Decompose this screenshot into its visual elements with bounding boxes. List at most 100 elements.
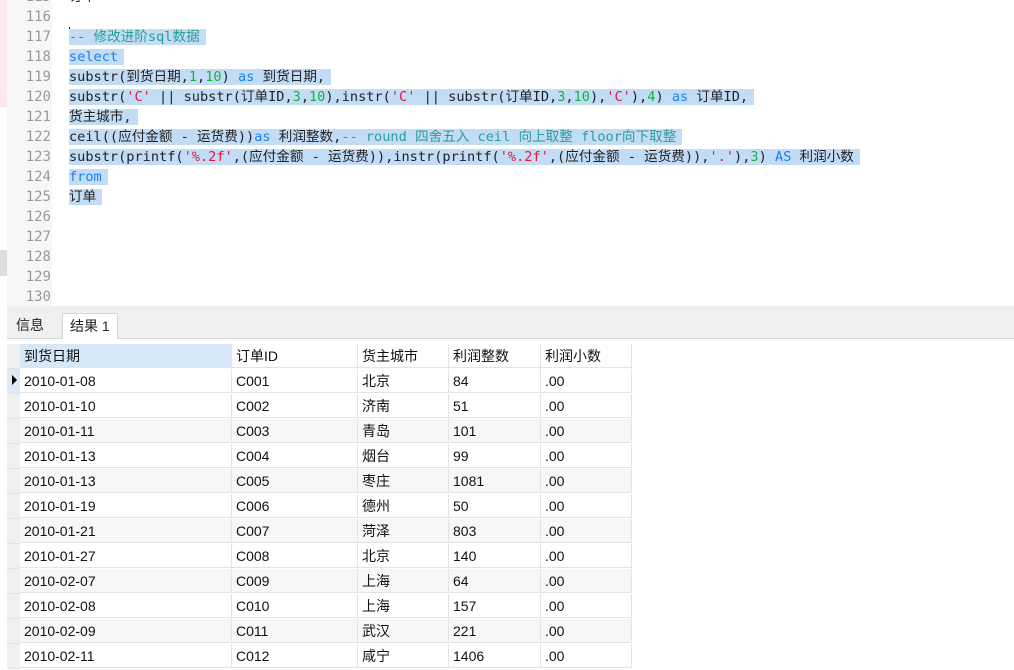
table-cell[interactable]: .00 <box>541 619 632 643</box>
table-cell[interactable]: .00 <box>541 469 632 493</box>
table-row[interactable]: 2010-02-07 C009 上海 64.00 <box>20 569 632 594</box>
table-cell[interactable]: 140 <box>449 544 541 568</box>
row-selector[interactable] <box>7 519 20 544</box>
table-cell[interactable]: 803 <box>449 519 541 543</box>
table-cell[interactable]: 99 <box>449 444 541 468</box>
table-cell[interactable]: 101 <box>449 419 541 443</box>
row-selector[interactable] <box>7 544 20 569</box>
column-header[interactable]: 利润整数 <box>449 344 541 368</box>
table-cell[interactable]: 2010-01-19 <box>20 494 232 518</box>
column-header[interactable]: 利润小数 <box>541 344 632 368</box>
table-cell[interactable]: .00 <box>541 644 632 668</box>
table-cell[interactable]: 1081 <box>449 469 541 493</box>
table-cell[interactable]: C005 <box>232 469 358 493</box>
table-cell[interactable]: C009 <box>232 569 358 593</box>
table-cell[interactable]: 2010-01-21 <box>20 519 232 543</box>
table-row[interactable]: 2010-01-08 C001 北京 84.00 <box>20 369 632 394</box>
row-selector[interactable] <box>7 344 20 369</box>
table-cell[interactable]: 157 <box>449 594 541 618</box>
row-selector[interactable] <box>7 619 20 644</box>
table-cell[interactable]: 2010-02-09 <box>20 619 232 643</box>
table-cell[interactable]: 德州 <box>358 494 449 518</box>
table-cell[interactable]: 64 <box>449 569 541 593</box>
table-cell[interactable]: 菏泽 <box>358 519 449 543</box>
table-cell[interactable]: 2010-01-08 <box>20 369 232 393</box>
table-cell[interactable]: 烟台 <box>358 444 449 468</box>
row-selector[interactable] <box>7 494 20 519</box>
tab-info[interactable]: 信息 <box>9 313 51 338</box>
code-token: 订单 <box>69 189 97 205</box>
table-cell[interactable]: C008 <box>232 544 358 568</box>
table-row[interactable]: 2010-01-21 C007 菏泽 803.00 <box>20 519 632 544</box>
table-cell[interactable]: 2010-01-10 <box>20 394 232 418</box>
table-cell[interactable]: 2010-02-08 <box>20 594 232 618</box>
column-header[interactable]: 货主城市 <box>358 344 449 368</box>
table-cell[interactable]: 枣庄 <box>358 469 449 493</box>
table-cell[interactable]: 2010-01-13 <box>20 444 232 468</box>
table-cell[interactable]: C006 <box>232 494 358 518</box>
code-token: '.' <box>709 149 735 165</box>
table-cell[interactable]: 2010-02-07 <box>20 569 232 593</box>
row-selector[interactable] <box>7 469 20 494</box>
table-cell[interactable]: .00 <box>541 494 632 518</box>
table-cell[interactable]: C012 <box>232 644 358 668</box>
current-row-indicator-icon[interactable] <box>7 369 20 394</box>
table-cell[interactable]: 50 <box>449 494 541 518</box>
table-cell[interactable]: C001 <box>232 369 358 393</box>
table-row[interactable]: 2010-01-11 C003 青岛 101.00 <box>20 419 632 444</box>
table-cell[interactable]: .00 <box>541 544 632 568</box>
table-cell[interactable]: .00 <box>541 569 632 593</box>
table-row[interactable]: 2010-02-08 C010 上海 157.00 <box>20 594 632 619</box>
table-row[interactable]: 2010-02-09 C011 武汉 221.00 <box>20 619 632 644</box>
table-row[interactable]: 2010-01-10 C002 济南 51.00 <box>20 394 632 419</box>
result-grid[interactable]: 到货日期 订单ID 货主城市 利润整数 利润小数 2010-01-08 C001 北京 84.0… <box>7 339 1014 670</box>
table-cell[interactable]: 1406 <box>449 644 541 668</box>
column-header[interactable]: 到货日期 <box>20 344 232 368</box>
tab-result-1[interactable]: 结果 1 <box>62 313 118 340</box>
row-selector[interactable] <box>7 644 20 669</box>
table-row[interactable]: 2010-01-27 C008 北京 140.00 <box>20 544 632 569</box>
row-selector[interactable] <box>7 569 20 594</box>
table-row[interactable]: 2010-02-11 C012 咸宁 1406.00 <box>20 644 632 669</box>
table-cell[interactable]: 咸宁 <box>358 644 449 668</box>
table-cell[interactable]: 51 <box>449 394 541 418</box>
table-cell[interactable]: .00 <box>541 369 632 393</box>
table-cell[interactable]: 武汉 <box>358 619 449 643</box>
table-cell[interactable]: 221 <box>449 619 541 643</box>
table-cell[interactable]: .00 <box>541 419 632 443</box>
table-cell[interactable]: C007 <box>232 519 358 543</box>
code-line: substr(到货日期,1,10) as 到货日期, <box>69 67 332 87</box>
table-cell[interactable]: C011 <box>232 619 358 643</box>
table-cell[interactable]: 上海 <box>358 594 449 618</box>
table-cell[interactable]: .00 <box>541 444 632 468</box>
table-cell[interactable]: C010 <box>232 594 358 618</box>
line-number: 117 <box>25 29 51 45</box>
table-cell[interactable]: C003 <box>232 419 358 443</box>
column-header[interactable]: 订单ID <box>232 344 358 368</box>
table-row[interactable]: 2010-01-13 C005 枣庄 1081.00 <box>20 469 632 494</box>
splitter-handle[interactable] <box>0 250 7 276</box>
table-row[interactable]: 2010-01-19 C006 德州 50.00 <box>20 494 632 519</box>
table-cell[interactable]: 84 <box>449 369 541 393</box>
row-selector[interactable] <box>7 419 20 444</box>
table-cell[interactable]: 济南 <box>358 394 449 418</box>
table-cell[interactable]: 北京 <box>358 544 449 568</box>
row-selector[interactable] <box>7 444 20 469</box>
table-cell[interactable]: 青岛 <box>358 419 449 443</box>
sql-editor[interactable]: 115 订单 116 117 -- 修改进阶sql数据 118 select 119 subst… <box>7 0 1014 306</box>
row-selector[interactable] <box>7 394 20 419</box>
table-cell[interactable]: 2010-02-11 <box>20 644 232 668</box>
table-cell[interactable]: 2010-01-13 <box>20 469 232 493</box>
table-cell[interactable]: .00 <box>541 519 632 543</box>
table-cell[interactable]: C002 <box>232 394 358 418</box>
table-cell[interactable]: .00 <box>541 594 632 618</box>
table-cell[interactable]: 2010-01-27 <box>20 544 232 568</box>
table-cell[interactable]: 上海 <box>358 569 449 593</box>
table-cell[interactable]: 北京 <box>358 369 449 393</box>
table-cell[interactable]: C004 <box>232 444 358 468</box>
code-token: 货主城市, <box>69 109 132 125</box>
table-row[interactable]: 2010-01-13 C004 烟台 99.00 <box>20 444 632 469</box>
table-cell[interactable]: .00 <box>541 394 632 418</box>
table-cell[interactable]: 2010-01-11 <box>20 419 232 443</box>
row-selector[interactable] <box>7 594 20 619</box>
